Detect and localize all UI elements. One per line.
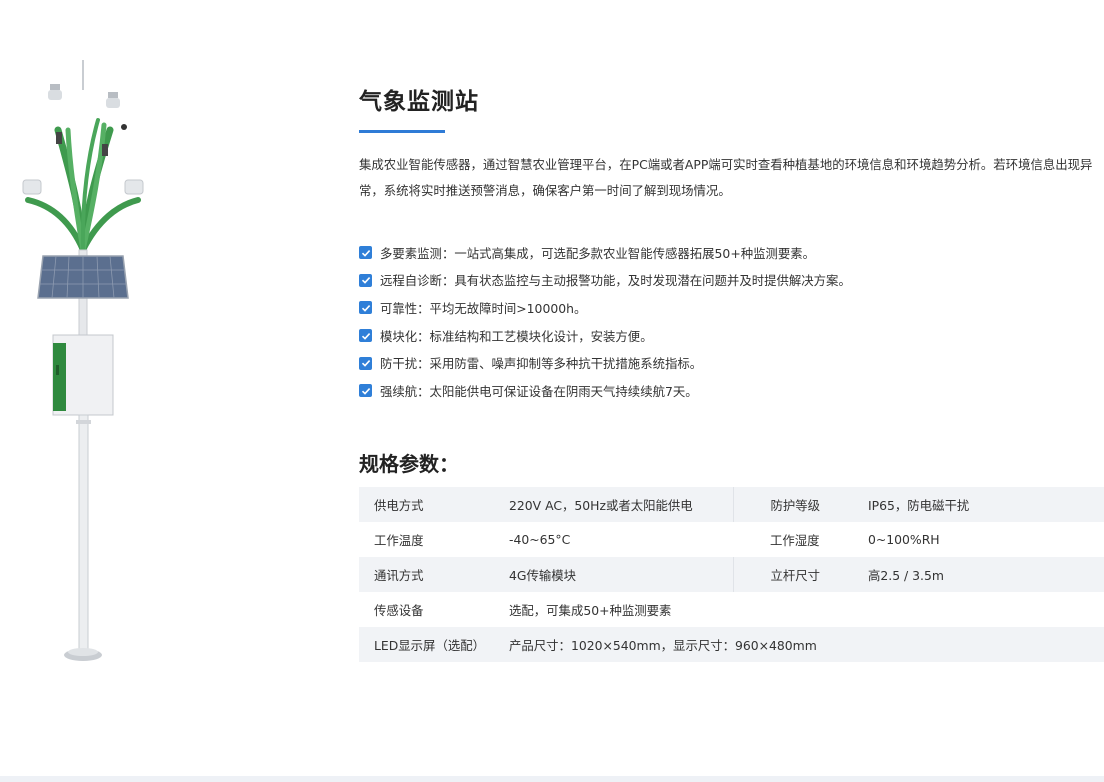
product-intro: 集成农业智能传感器，通过智慧农业管理平台，在PC端或者APP端可实时查看种植基地… — [359, 157, 1093, 198]
checkbox-checked-icon — [359, 329, 372, 343]
feature-text: 远程自诊断：具有状态监控与主动报警功能，及时发现潜在问题并及时提供解决方案。 — [380, 273, 851, 289]
spec-value: 产品尺寸：1020×540mm，显示尺寸：960×480mm — [509, 627, 1104, 662]
spec-value: 选配，可集成50+种监测要素 — [509, 602, 672, 618]
title-underline — [359, 130, 445, 133]
table-row: 通讯方式 4G传输模块 立杆尺寸 高2.5 / 3.5m — [359, 557, 1104, 592]
spec-value: 高2.5 / 3.5m — [868, 557, 1104, 592]
feature-item: 远程自诊断：具有状态监控与主动报警功能，及时发现潜在问题并及时提供解决方案。 — [359, 267, 851, 295]
spec-value: 220V AC，50Hz或者太阳能供电 — [509, 487, 733, 522]
footer-band — [0, 776, 1104, 782]
spec-key: 供电方式 — [359, 487, 509, 522]
checkbox-checked-icon — [359, 301, 372, 315]
spec-table: 供电方式 220V AC，50Hz或者太阳能供电 防护等级 IP65，防电磁干扰… — [359, 487, 1104, 662]
product-image — [10, 60, 160, 670]
feature-text: 多要素监测：一站式高集成，可选配多款农业智能传感器拓展50+种监测要素。 — [380, 245, 816, 261]
spec-key: 通讯方式 — [359, 557, 509, 592]
checkbox-checked-icon — [359, 356, 372, 370]
spec-key: 防护等级 — [732, 487, 868, 522]
table-row: 传感设备 选配，可集成50+种监测要素 — [359, 592, 1104, 627]
feature-text: 强续航：太阳能供电可保证设备在阴雨天气持续续航7天。 — [380, 383, 698, 399]
checkbox-checked-icon — [359, 273, 372, 287]
table-row: 工作温度 -40~65°C 工作湿度 0~100%RH — [359, 522, 1104, 557]
spec-value: 4G传输模块 — [509, 557, 733, 592]
table-row: 供电方式 220V AC，50Hz或者太阳能供电 防护等级 IP65，防电磁干扰 — [359, 487, 1104, 522]
spec-key: 立杆尺寸 — [732, 557, 868, 592]
spec-key: 工作温度 — [374, 532, 424, 548]
table-row: LED显示屏（选配） 产品尺寸：1020×540mm，显示尺寸：960×480m… — [359, 627, 1104, 662]
spec-value: IP65，防电磁干扰 — [868, 487, 1104, 522]
spec-key: LED显示屏（选配） — [359, 627, 509, 662]
spec-value: -40~65°C — [509, 532, 571, 547]
spec-key: 传感设备 — [374, 602, 424, 618]
checkbox-checked-icon — [359, 246, 372, 260]
feature-text: 防干扰：采用防雷、噪声抑制等多种抗干扰措施系统指标。 — [380, 356, 703, 372]
feature-text: 可靠性：平均无故障时间>10000h。 — [380, 300, 587, 316]
feature-item: 强续航：太阳能供电可保证设备在阴雨天气持续续航7天。 — [359, 377, 851, 405]
spec-key: 工作湿度 — [770, 532, 820, 548]
feature-item: 防干扰：采用防雷、噪声抑制等多种抗干扰措施系统指标。 — [359, 349, 851, 377]
spec-value: 0~100%RH — [868, 532, 940, 547]
spec-section-title: 规格参数： — [359, 452, 459, 476]
page-title: 气象监测站 — [359, 89, 479, 115]
checkbox-checked-icon — [359, 384, 372, 398]
feature-item: 多要素监测：一站式高集成，可选配多款农业智能传感器拓展50+种监测要素。 — [359, 239, 851, 267]
feature-item: 可靠性：平均无故障时间>10000h。 — [359, 294, 851, 322]
feature-text: 模块化：标准结构和工艺模块化设计，安装方便。 — [380, 328, 653, 344]
feature-list: 多要素监测：一站式高集成，可选配多款农业智能传感器拓展50+种监测要素。 远程自… — [359, 239, 851, 405]
feature-item: 模块化：标准结构和工艺模块化设计，安装方便。 — [359, 322, 851, 350]
